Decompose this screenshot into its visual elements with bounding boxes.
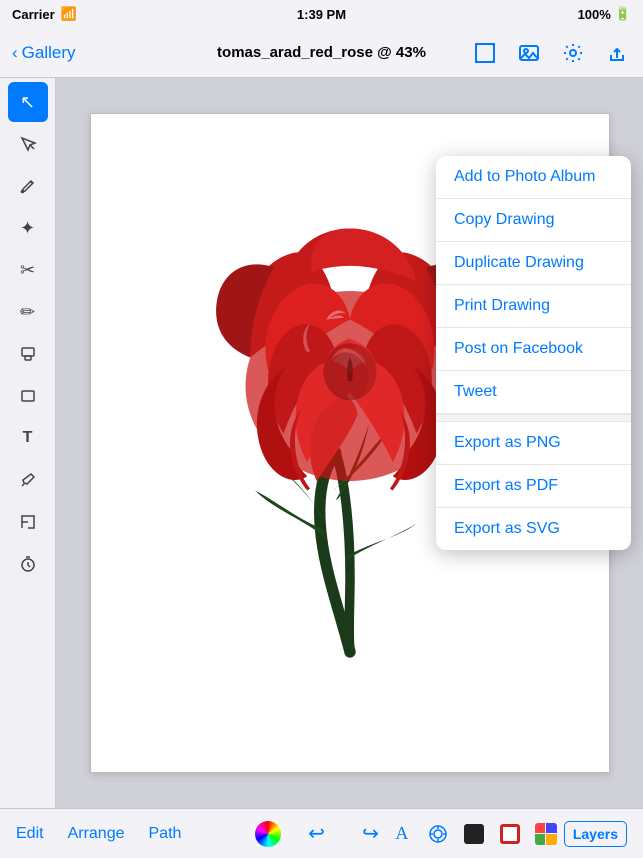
timer-tool[interactable]	[8, 544, 48, 584]
edit-button[interactable]: Edit	[16, 825, 44, 843]
wifi-icon: 📶	[61, 6, 77, 22]
undo-button[interactable]: ↩	[299, 816, 335, 852]
add-to-photo-album-item[interactable]: Add to Photo Album	[436, 156, 631, 199]
menu-section-divider	[436, 414, 631, 422]
select-tool[interactable]: ↖	[8, 82, 48, 122]
status-left: Carrier 📶	[12, 6, 77, 22]
left-toolbar: ↖ ✦ ✂ ✏ T	[0, 78, 56, 808]
export-png-item[interactable]: Export as PNG	[436, 422, 631, 465]
nav-title: tomas_arad_red_rose @ 43%	[217, 44, 426, 61]
battery-label: 100%	[578, 7, 611, 22]
print-drawing-item[interactable]: Print Drawing	[436, 285, 631, 328]
pen-tool[interactable]	[8, 166, 48, 206]
nav-icons	[471, 39, 631, 67]
dropdown-menu: Add to Photo Album Copy Drawing Duplicat…	[436, 156, 631, 550]
copy-drawing-item[interactable]: Copy Drawing	[436, 199, 631, 242]
scissors-tool[interactable]: ✂	[8, 250, 48, 290]
nav-bar: ‹ Gallery tomas_arad_red_rose @ 43%	[0, 28, 643, 78]
back-button[interactable]: ‹ Gallery	[12, 43, 76, 63]
fill-color-icon[interactable]	[456, 816, 492, 852]
text-style-icon[interactable]: A	[384, 816, 420, 852]
brush-tool[interactable]	[8, 334, 48, 374]
settings-icon[interactable]	[559, 39, 587, 67]
arrange-button[interactable]: Arrange	[68, 825, 125, 843]
rectangle-tool[interactable]	[8, 376, 48, 416]
bottom-toolbar: Edit Arrange Path ↩ ↪ A	[0, 808, 643, 858]
eyedropper-tool[interactable]	[8, 460, 48, 500]
status-right: 100% 🔋	[578, 6, 631, 22]
share-icon[interactable]	[603, 39, 631, 67]
color-wheel-button[interactable]	[255, 821, 281, 847]
bottom-center-actions: ↩ ↪	[255, 816, 389, 852]
main-area: ↖ ✦ ✂ ✏ T	[0, 78, 643, 808]
zoom-tool[interactable]	[8, 502, 48, 542]
pencil-tool[interactable]: ✏	[8, 292, 48, 332]
expand-icon[interactable]	[471, 39, 499, 67]
post-on-facebook-item[interactable]: Post on Facebook	[436, 328, 631, 371]
target-icon[interactable]	[420, 816, 456, 852]
status-bar: Carrier 📶 1:39 PM 100% 🔋	[0, 0, 643, 28]
bottom-left-actions: Edit Arrange Path	[16, 825, 181, 843]
back-label: Gallery	[22, 43, 76, 63]
redo-button[interactable]: ↪	[353, 816, 389, 852]
duplicate-drawing-item[interactable]: Duplicate Drawing	[436, 242, 631, 285]
palette-icon[interactable]	[528, 816, 564, 852]
battery-icon: 🔋	[615, 6, 631, 22]
export-svg-item[interactable]: Export as SVG	[436, 508, 631, 550]
text-tool[interactable]: T	[8, 418, 48, 458]
canvas-area: Add to Photo Album Copy Drawing Duplicat…	[56, 78, 643, 808]
path-button[interactable]: Path	[149, 825, 182, 843]
bottom-right-actions: A Layers	[384, 816, 627, 852]
status-time: 1:39 PM	[297, 7, 346, 22]
chevron-left-icon: ‹	[12, 43, 18, 63]
export-pdf-item[interactable]: Export as PDF	[436, 465, 631, 508]
tweet-item[interactable]: Tweet	[436, 371, 631, 414]
node-tool[interactable]: ✦	[8, 208, 48, 248]
stroke-color-icon[interactable]	[492, 816, 528, 852]
carrier-label: Carrier	[12, 7, 55, 22]
layers-button[interactable]: Layers	[564, 821, 627, 847]
image-icon[interactable]	[515, 39, 543, 67]
subselect-tool[interactable]	[8, 124, 48, 164]
